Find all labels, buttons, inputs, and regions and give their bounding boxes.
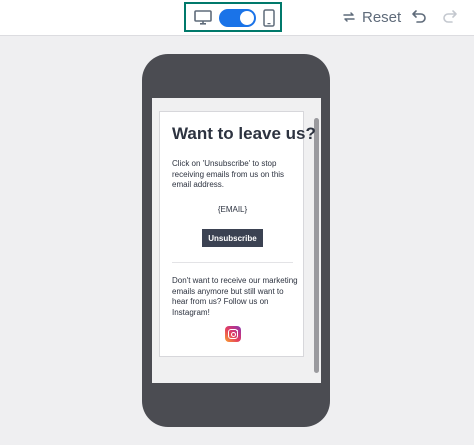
email-body-text: Click on 'Unsubscribe' to stop receiving… <box>172 159 285 189</box>
reset-label: Reset <box>362 8 402 26</box>
switch-knob <box>240 11 254 25</box>
device-view-toggle[interactable] <box>184 2 282 32</box>
view-switch[interactable] <box>219 9 256 27</box>
undo-icon[interactable] <box>411 8 427 24</box>
desktop-icon[interactable] <box>194 10 212 26</box>
repeat-icon <box>343 12 355 22</box>
unsubscribe-button[interactable]: Unsubscribe <box>202 229 263 247</box>
email-preview-card: Want to leave us? Click on 'Unsubscribe'… <box>159 111 316 357</box>
reset-button[interactable]: Reset <box>342 7 401 27</box>
preview-scrollbar[interactable] <box>314 118 319 373</box>
instagram-lens <box>230 331 236 337</box>
mobile-icon[interactable] <box>263 9 275 27</box>
editor-toolbar: Reset <box>0 0 474 36</box>
email-heading: Want to leave us? <box>172 124 316 143</box>
divider <box>172 262 293 263</box>
email-footer-text: Don't want to receive our marketing emai… <box>172 276 298 317</box>
instagram-dot <box>236 329 238 332</box>
redo-icon[interactable] <box>442 8 458 24</box>
email-placeholder-token: {EMAIL} <box>217 205 248 214</box>
instagram-icon[interactable] <box>225 326 241 342</box>
